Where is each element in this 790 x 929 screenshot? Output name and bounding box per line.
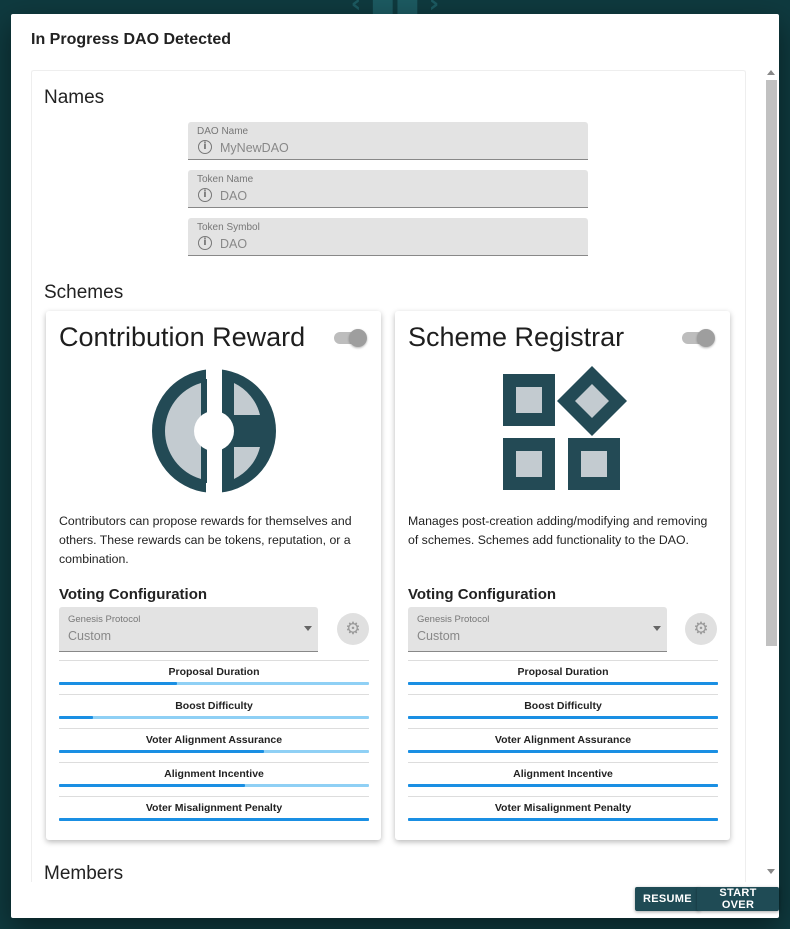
scheme-registrar-icon bbox=[503, 366, 627, 490]
dialog-title: In Progress DAO Detected bbox=[31, 31, 232, 48]
dropdown-arrow-icon bbox=[304, 626, 312, 631]
param-slider[interactable]: Voter Misalignment Penalty bbox=[59, 796, 369, 827]
toggle-knob bbox=[349, 329, 367, 347]
slider-track[interactable] bbox=[59, 716, 369, 719]
param-label: Voter Misalignment Penalty bbox=[145, 802, 283, 814]
param-label: Boost Difficulty bbox=[175, 700, 253, 712]
scheme-description: Manages post-creation adding/modifying a… bbox=[408, 514, 708, 547]
slider-track[interactable] bbox=[408, 682, 718, 685]
slider-track[interactable] bbox=[408, 750, 718, 753]
slider-track[interactable] bbox=[59, 818, 369, 821]
slider-fill bbox=[408, 784, 718, 787]
token-symbol-value: DAO bbox=[220, 237, 248, 251]
scheme-description: Contributors can propose rewards for the… bbox=[59, 514, 352, 566]
slider-track[interactable] bbox=[408, 784, 718, 787]
genesis-protocol-select[interactable]: Genesis Protocol Custom bbox=[408, 607, 667, 652]
scroll-up-arrow-icon[interactable] bbox=[767, 70, 775, 75]
param-label: Alignment Incentive bbox=[513, 768, 613, 780]
scheme-enable-toggle[interactable] bbox=[334, 329, 367, 347]
gear-icon[interactable]: ⚙ bbox=[685, 613, 717, 645]
slider-track[interactable] bbox=[59, 750, 369, 753]
dao-name-value: MyNewDAO bbox=[220, 141, 289, 155]
select-value: Custom bbox=[68, 629, 112, 643]
toggle-knob bbox=[697, 329, 715, 347]
token-name-value: DAO bbox=[220, 189, 248, 203]
param-label: Voter Misalignment Penalty bbox=[494, 802, 632, 814]
start-over-button[interactable]: START OVER bbox=[697, 887, 779, 911]
info-icon: i bbox=[198, 188, 212, 202]
scrollbar-thumb[interactable] bbox=[766, 80, 777, 646]
slider-track[interactable] bbox=[408, 818, 718, 821]
scheme-card-contribution-reward: Contribution Reward Contributors can pro… bbox=[46, 311, 381, 840]
param-label: Alignment Incentive bbox=[164, 768, 264, 780]
slider-track[interactable] bbox=[59, 682, 369, 685]
token-symbol-field[interactable]: Token Symbol i DAO bbox=[188, 218, 588, 256]
dropdown-arrow-icon bbox=[653, 626, 661, 631]
slider-fill bbox=[59, 716, 94, 719]
scheme-title: Contribution Reward bbox=[59, 322, 306, 352]
token-name-field[interactable]: Token Name i DAO bbox=[188, 170, 588, 208]
info-icon: i bbox=[198, 236, 212, 250]
param-label: Voter Alignment Assurance bbox=[494, 734, 632, 746]
contribution-reward-icon bbox=[152, 367, 276, 495]
slider-fill bbox=[408, 716, 718, 719]
dao-name-field[interactable]: DAO Name i MyNewDAO bbox=[188, 122, 588, 160]
param-slider[interactable]: Alignment Incentive bbox=[59, 762, 369, 793]
resume-button[interactable]: RESUME bbox=[635, 887, 700, 911]
param-slider[interactable]: Boost Difficulty bbox=[59, 694, 369, 725]
param-slider[interactable]: Boost Difficulty bbox=[408, 694, 718, 725]
background-logo: ‹ ■■ › bbox=[310, 0, 480, 14]
param-slider[interactable]: Voter Misalignment Penalty bbox=[408, 796, 718, 827]
slider-fill bbox=[59, 750, 264, 753]
voting-config-title: Voting Configuration bbox=[59, 586, 208, 603]
in-progress-dialog: In Progress DAO Detected Names DAO Name … bbox=[11, 14, 779, 918]
select-label: Genesis Protocol bbox=[417, 614, 490, 625]
slider-fill bbox=[408, 682, 718, 685]
scheme-title: Scheme Registrar bbox=[408, 322, 625, 352]
dao-summary-card: Names DAO Name i MyNewDAO Token Name i D… bbox=[31, 70, 746, 882]
param-slider[interactable]: Voter Alignment Assurance bbox=[408, 728, 718, 759]
slider-fill bbox=[59, 818, 369, 821]
param-label: Proposal Duration bbox=[517, 666, 609, 678]
select-value: Custom bbox=[417, 629, 461, 643]
slider-fill bbox=[59, 784, 245, 787]
token-symbol-label: Token Symbol bbox=[197, 222, 260, 233]
param-slider[interactable]: Proposal Duration bbox=[59, 660, 369, 691]
gear-icon[interactable]: ⚙ bbox=[337, 613, 369, 645]
scheme-card-scheme-registrar: Scheme Registrar Manages post-creation a… bbox=[395, 311, 730, 840]
slider-fill bbox=[408, 818, 718, 821]
slider-fill bbox=[408, 750, 718, 753]
param-label: Voter Alignment Assurance bbox=[145, 734, 283, 746]
param-slider[interactable]: Alignment Incentive bbox=[408, 762, 718, 793]
names-section-title: Names bbox=[44, 87, 105, 108]
dao-name-label: DAO Name bbox=[197, 126, 249, 137]
param-slider[interactable]: Proposal Duration bbox=[408, 660, 718, 691]
token-name-label: Token Name bbox=[197, 174, 254, 185]
info-icon: i bbox=[198, 140, 212, 154]
slider-fill bbox=[59, 682, 177, 685]
members-section-title: Members bbox=[44, 863, 124, 882]
param-label: Proposal Duration bbox=[168, 666, 260, 678]
param-label: Boost Difficulty bbox=[524, 700, 602, 712]
select-label: Genesis Protocol bbox=[68, 614, 141, 625]
voting-config-title: Voting Configuration bbox=[408, 586, 557, 603]
schemes-section-title: Schemes bbox=[44, 282, 124, 303]
dialog-scroll-area[interactable]: Names DAO Name i MyNewDAO Token Name i D… bbox=[31, 70, 746, 882]
scroll-down-arrow-icon[interactable] bbox=[767, 869, 775, 874]
param-slider[interactable]: Voter Alignment Assurance bbox=[59, 728, 369, 759]
genesis-protocol-select[interactable]: Genesis Protocol Custom bbox=[59, 607, 318, 652]
slider-track[interactable] bbox=[408, 716, 718, 719]
scheme-enable-toggle[interactable] bbox=[682, 329, 715, 347]
slider-track[interactable] bbox=[59, 784, 369, 787]
